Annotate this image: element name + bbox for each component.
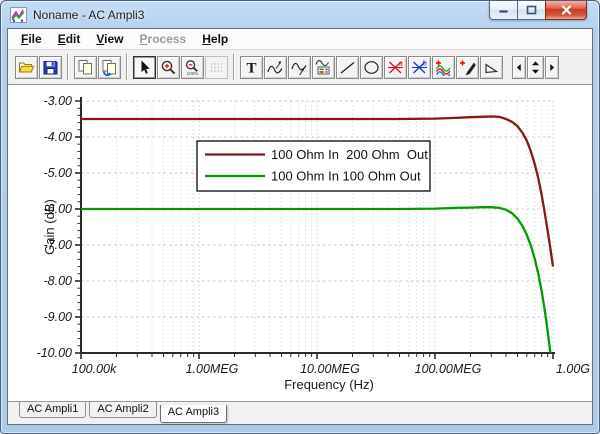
- menu-item-process: Process: [133, 30, 194, 48]
- maximize-button[interactable]: [518, 1, 545, 20]
- curve-arrow-a-icon: [267, 59, 284, 76]
- cursor-b-button[interactable]: b: [408, 56, 431, 79]
- x-axis-ticks: 100.00k 1.00MEG 10.00MEG 100.00MEG 1.00G: [72, 353, 591, 376]
- cursor-b-icon: b: [411, 59, 428, 76]
- tab-ac-ampli3[interactable]: AC Ampli3: [160, 405, 227, 423]
- nav-left-icon: [513, 59, 525, 76]
- text-icon: T: [243, 59, 260, 76]
- svg-text:100.00MEG: 100.00MEG: [415, 362, 482, 376]
- svg-text:-4.00: -4.00: [44, 130, 73, 144]
- tab-bar: AC Ampli1AC Ampli2AC Ampli3: [8, 401, 592, 424]
- ellipse-icon: [363, 59, 380, 76]
- copy-button[interactable]: [74, 56, 97, 79]
- copy-icon: [77, 59, 94, 76]
- add-curves-icon: [435, 59, 452, 76]
- grid-button: [205, 56, 228, 79]
- copy-special-button[interactable]: [98, 56, 121, 79]
- x-axis-label: Frequency (Hz): [284, 377, 374, 392]
- open-folder-icon: [18, 59, 35, 76]
- text-button[interactable]: T: [240, 56, 263, 79]
- svg-text:100 Ohm In 100 Ohm Out: 100 Ohm In 100 Ohm Out: [271, 169, 421, 184]
- polyline-button[interactable]: [480, 56, 503, 79]
- page-next-button[interactable]: [545, 56, 559, 79]
- color-pen-button[interactable]: [456, 56, 479, 79]
- y-axis-label: Gain (dB): [42, 199, 57, 255]
- legend-icon: [315, 59, 332, 76]
- svg-text:100%: 100%: [187, 71, 199, 76]
- pointer-button[interactable]: [133, 56, 156, 79]
- client-area: FileEditViewProcessHelp 100% Ta b -3.00 -4.…: [7, 28, 593, 425]
- nav-right-icon: [546, 59, 558, 76]
- close-icon: [561, 5, 572, 15]
- svg-text:-5.00: -5.00: [44, 166, 73, 180]
- zoom-100-button[interactable]: 100%: [181, 56, 204, 79]
- toolbar: 100% Ta b: [8, 49, 592, 85]
- gain-plot: -3.00-4.00-5.00-6.00-7.00-8.00-9.00-10.0…: [8, 85, 592, 401]
- line-icon: [339, 59, 356, 76]
- close-button[interactable]: [545, 1, 587, 20]
- menu-item-help[interactable]: Help: [195, 30, 235, 48]
- curve-series-2[interactable]: [81, 207, 550, 353]
- svg-text:100.00k: 100.00k: [72, 362, 117, 376]
- title-bar[interactable]: Noname - AC Ampli3: [1, 1, 599, 28]
- cursor-a-button[interactable]: a: [384, 56, 407, 79]
- cursor-a-icon: a: [387, 59, 404, 76]
- svg-text:1.00MEG: 1.00MEG: [186, 362, 239, 376]
- svg-text:T: T: [246, 60, 256, 76]
- svg-text:b: b: [423, 59, 427, 68]
- menu-item-view[interactable]: View: [89, 30, 130, 48]
- svg-text:-10.00: -10.00: [37, 346, 72, 360]
- pen-plus-icon: [459, 59, 476, 76]
- save-button[interactable]: [39, 56, 62, 79]
- svg-text:100 Ohm In 200 Ohm Out: 100 Ohm In 200 Ohm Out: [271, 147, 428, 162]
- ellipse-button[interactable]: [360, 56, 383, 79]
- add-curves-button[interactable]: [432, 56, 455, 79]
- app-window: Noname - AC Ampli3 FileEditViewProcessHe…: [0, 0, 600, 434]
- zoom-in-icon: [160, 59, 177, 76]
- polyline-icon: [483, 59, 500, 76]
- legend-box[interactable]: 100 Ohm In 200 Ohm Out 100 Ohm In 100 Ohm…: [197, 141, 430, 191]
- autoscale-b-button[interactable]: [288, 56, 311, 79]
- caption-buttons: [489, 1, 587, 20]
- zoom-out-icon: 100%: [184, 59, 201, 76]
- line-button[interactable]: [336, 56, 359, 79]
- open-button[interactable]: [15, 56, 38, 79]
- svg-text:1.00G: 1.00G: [556, 362, 590, 376]
- spinner-icon: [528, 59, 543, 76]
- page-prev-button[interactable]: [512, 56, 526, 79]
- x-gridlines: [117, 101, 554, 353]
- minimize-button[interactable]: [489, 1, 518, 20]
- legend-button[interactable]: [312, 56, 335, 79]
- menu-item-file[interactable]: File: [14, 30, 49, 48]
- maximize-icon: [526, 5, 537, 15]
- tab-ac-ampli1[interactable]: AC Ampli1: [19, 402, 86, 418]
- svg-text:a: a: [399, 59, 403, 68]
- svg-text:-3.00: -3.00: [44, 94, 73, 108]
- grid-icon: [208, 59, 225, 76]
- minimize-icon: [498, 6, 509, 15]
- toolbar-separator: [126, 54, 128, 80]
- svg-text:10.00MEG: 10.00MEG: [300, 362, 360, 376]
- toolbar-separator: [67, 54, 69, 80]
- curve-arrow-b-icon: [291, 59, 308, 76]
- svg-text:-8.00: -8.00: [44, 274, 73, 288]
- save-icon: [42, 59, 59, 76]
- menu-bar: FileEditViewProcessHelp: [8, 29, 592, 49]
- copy-special-icon: [101, 59, 118, 76]
- chart-area: -3.00-4.00-5.00-6.00-7.00-8.00-9.00-10.0…: [8, 85, 592, 401]
- pointer-icon: [136, 59, 153, 76]
- tab-ac-ampli2[interactable]: AC Ampli2: [89, 402, 156, 418]
- toolbar-separator: [233, 54, 235, 80]
- autoscale-a-button[interactable]: [264, 56, 287, 79]
- zoom-in-button[interactable]: [157, 56, 180, 79]
- svg-text:-9.00: -9.00: [44, 310, 73, 324]
- window-title: Noname - AC Ampli3: [33, 8, 144, 22]
- page-spinner[interactable]: [527, 56, 544, 79]
- menu-item-edit[interactable]: Edit: [51, 30, 88, 48]
- tina-diagram-icon: [10, 7, 27, 23]
